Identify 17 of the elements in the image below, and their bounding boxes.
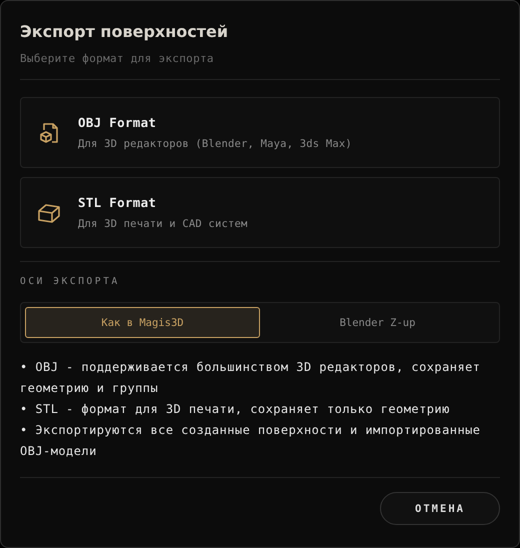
file-cube-icon (39, 122, 59, 144)
dialog-subtitle: Выберите формат для экспорта (20, 52, 215, 65)
format-card[interactable]: OBJ Format Для 3D редакторов (Blender, Maya, 3ds Max) (20, 97, 500, 168)
axis-option[interactable]: Blender Z-up (260, 307, 495, 338)
section-label: ОСИ ЭКСПОРТА (20, 276, 121, 287)
format-description: Для 3D печати и CAD систем (78, 218, 248, 230)
dialog-title: Экспорт поверхностей (20, 22, 230, 41)
format-name: OBJ Format (78, 115, 158, 130)
format-name: STL Format (78, 195, 158, 210)
format-description: Для 3D редакторов (Blender, Maya, 3ds Max) (78, 138, 352, 150)
box-icon (38, 202, 60, 222)
note-text: • Экспортируются все созданные поверхности и импортированные OBJ-модели (20, 422, 482, 460)
cancel-button[interactable]: ОТМЕНА (380, 492, 500, 525)
format-card[interactable]: STL Format Для 3D печати и CAD систем (20, 177, 500, 248)
axis-option[interactable]: Как в Magis3D (25, 307, 260, 338)
note-text: • OBJ - поддерживается большинством 3D редакторов, сохраняет геометрию и группы (20, 359, 482, 397)
note-text: • STL - формат для 3D печати, сохраняет только геометрию (20, 401, 451, 418)
